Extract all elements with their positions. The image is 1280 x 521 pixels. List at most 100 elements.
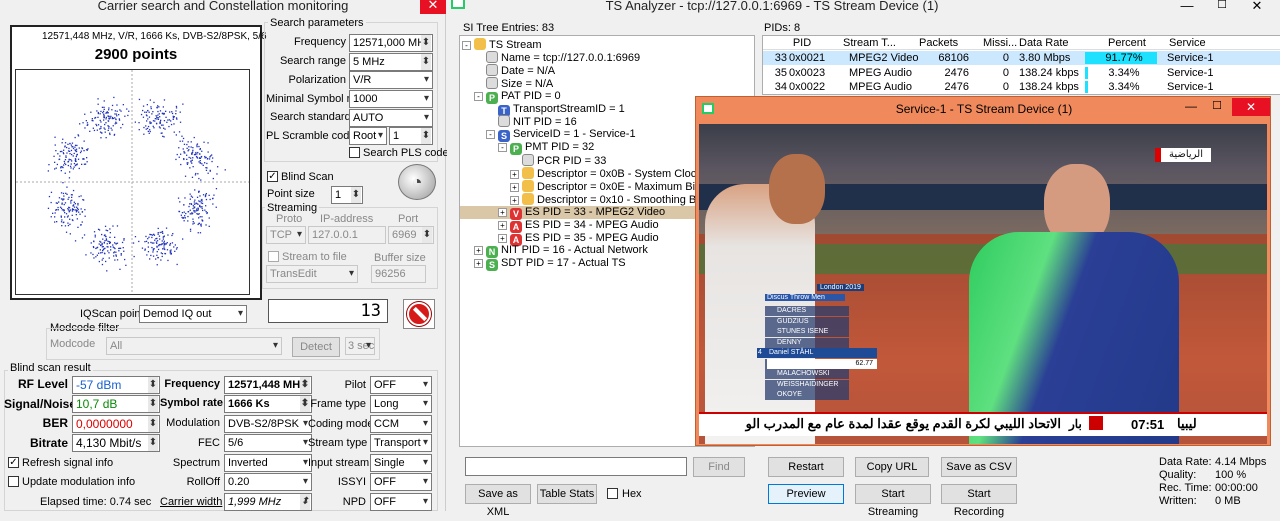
ber-value[interactable]: 0,0000000	[72, 415, 160, 433]
search-standard-select[interactable]: AUTO	[349, 109, 433, 127]
minimize-button[interactable]: —	[1172, 0, 1202, 13]
blind-scan-checkbox[interactable]: ✓	[267, 171, 278, 182]
tree-node[interactable]: - TS Stream	[462, 38, 542, 51]
pid-column-header[interactable]: Missi...	[983, 36, 1019, 50]
tree-node[interactable]: - P PMT PID = 32	[498, 141, 594, 156]
tree-node[interactable]: Name = tcp://127.0.0.1:6969	[474, 50, 640, 64]
buffer-size-input[interactable]: 96256	[371, 265, 426, 283]
start-streaming-button[interactable]: Start Streaming	[855, 484, 931, 518]
expand-icon[interactable]: +	[510, 195, 519, 205]
polarization-select[interactable]: V/R	[349, 71, 433, 89]
copy-url-button[interactable]: Copy URL	[855, 457, 929, 477]
coding-mode-select[interactable]: CCM	[370, 415, 432, 433]
tree-node[interactable]: Date = N/A	[474, 63, 555, 77]
maximize-button[interactable]: ☐	[1207, 0, 1237, 12]
pid-table[interactable]: PID Stream T... Packets Missi... Data Rate Pe…	[762, 35, 1280, 95]
hex-checkbox[interactable]	[607, 488, 618, 499]
tree-node[interactable]: - S ServiceID = 1 - Service-1	[486, 128, 636, 143]
rf-level-value[interactable]: -57 dBm	[72, 376, 160, 394]
save-csv-button[interactable]: Save as CSV	[941, 457, 1017, 477]
start-recording-button[interactable]: Start Recording	[941, 484, 1017, 518]
symrate-value[interactable]: 1666 Ks	[224, 395, 312, 413]
tree-node[interactable]: + Descriptor = 0x0E - Maximum Bitrate	[510, 179, 717, 193]
sn-value[interactable]: 10,7 dB	[72, 395, 160, 413]
bitrate-value[interactable]: 4,130 Mbit/s	[72, 434, 160, 452]
frame-type-select[interactable]: Long	[370, 395, 432, 413]
detect-button[interactable]: Detect	[292, 337, 340, 357]
proto-select[interactable]: TCP	[266, 226, 306, 244]
carrier-width-value[interactable]: 1,999 MHz	[224, 493, 312, 511]
find-input[interactable]	[465, 457, 687, 476]
expand-icon[interactable]: +	[510, 170, 519, 179]
pid-table-row[interactable]: 35 0x0023 MPEG Audio 2476 0 138.24 kbps Servic…	[763, 66, 1280, 80]
min-symbol-rate-select[interactable]: 1000	[349, 90, 433, 108]
satellite-dish-icon[interactable]: ◔	[398, 164, 436, 200]
modcode-select[interactable]: All	[106, 337, 282, 355]
tree-node[interactable]: + Descriptor = 0x10 - Smoothing Buffer	[510, 192, 718, 206]
expand-icon[interactable]: +	[498, 207, 507, 217]
preview-button[interactable]: Preview	[768, 484, 844, 504]
freq-result-value[interactable]: 12571,448 MHz	[224, 376, 312, 394]
tree-node[interactable]: Size = N/A	[474, 76, 553, 90]
point-size-input[interactable]: 1	[331, 186, 363, 204]
close-button[interactable]: ✕	[1242, 0, 1272, 13]
pid-column-header[interactable]: Packets	[919, 36, 983, 50]
rolloff-select[interactable]: 0.20	[224, 473, 312, 491]
video-close-button[interactable]: ✕	[1232, 98, 1270, 116]
tree-node[interactable]: + A ES PID = 34 - MPEG Audio	[498, 219, 659, 233]
tree-node[interactable]: + A ES PID = 35 - MPEG Audio	[498, 232, 659, 246]
search-range-input[interactable]: 5 MHz	[349, 53, 433, 71]
tree-node[interactable]: T TransportStreamID = 1	[486, 103, 625, 117]
npd-select[interactable]: OFF	[370, 493, 432, 511]
transedit-select[interactable]: TransEdit	[266, 265, 358, 283]
expand-icon[interactable]: +	[498, 233, 507, 243]
table-stats-button[interactable]: Table Stats	[537, 484, 597, 504]
update-modulation-checkbox[interactable]	[8, 476, 19, 487]
expand-icon[interactable]: +	[510, 182, 519, 192]
iqscan-select[interactable]: Demod IQ out	[139, 305, 247, 323]
collapse-icon[interactable]: -	[462, 41, 471, 50]
pid-table-row[interactable]: 34 0x0022 MPEG Audio 2476 0 138.24 kbps Servic…	[763, 80, 1280, 94]
modulation-select[interactable]: DVB-S2/8PSK	[224, 415, 312, 433]
ip-address-input[interactable]: 127.0.0.1	[308, 226, 386, 244]
collapse-icon[interactable]: -	[474, 91, 483, 101]
tree-node[interactable]: + Descriptor = 0x0B - System Clock	[510, 167, 702, 180]
pid-column-header[interactable]: Data Rate	[1019, 36, 1085, 50]
tree-node[interactable]: - P PAT PID = 0	[474, 90, 561, 104]
pilot-select[interactable]: OFF	[370, 376, 432, 394]
window-close-button[interactable]: ✕	[420, 0, 446, 14]
spectrum-select[interactable]: Inverted	[224, 454, 312, 472]
pid-column-header[interactable]: Stream T...	[843, 36, 919, 50]
stop-icon[interactable]	[403, 299, 435, 329]
video-maximize-button[interactable]: ☐	[1206, 99, 1228, 115]
fec-select[interactable]: 5/6	[224, 434, 312, 452]
search-pls-checkbox[interactable]	[349, 147, 360, 158]
port-input[interactable]: 6969	[388, 226, 434, 244]
collapse-icon[interactable]: -	[498, 143, 507, 153]
frequency-input[interactable]: 12571,000 MHz	[349, 34, 433, 52]
pl-scramble-number[interactable]: 1	[389, 127, 433, 145]
expand-icon[interactable]: +	[474, 246, 483, 256]
issyi-select[interactable]: OFF	[370, 473, 432, 491]
tree-node[interactable]: NIT PID = 16	[486, 115, 577, 128]
pid-table-row[interactable]: 33 0x0021 MPEG2 Video 68106 0 3.80 Mbps Servic…	[763, 51, 1280, 65]
expand-icon[interactable]: +	[498, 220, 507, 230]
refresh-signal-checkbox[interactable]: ✓	[8, 457, 19, 468]
pid-column-header[interactable]: PID	[763, 36, 841, 50]
detect-seconds-select[interactable]: 3 sec	[345, 337, 375, 355]
carrier-width-label[interactable]: Carrier width	[160, 496, 222, 508]
save-xml-button[interactable]: Save as XML	[465, 484, 531, 518]
input-stream-select[interactable]: Single	[370, 454, 432, 472]
stream-type-select[interactable]: Transport	[370, 434, 432, 452]
stream-to-file-checkbox[interactable]	[268, 251, 279, 262]
tree-node[interactable]: + S SDT PID = 17 - Actual TS	[474, 257, 626, 272]
video-minimize-button[interactable]: —	[1180, 99, 1202, 115]
tree-node[interactable]: + N NIT PID = 16 - Actual Network	[474, 244, 648, 259]
expand-icon[interactable]: +	[474, 259, 483, 269]
pid-column-header[interactable]: Percent	[1086, 36, 1168, 50]
collapse-icon[interactable]: -	[486, 130, 495, 140]
pl-scramble-select[interactable]: Root	[349, 127, 387, 145]
restart-button[interactable]: Restart	[768, 457, 844, 477]
find-button[interactable]: Find	[693, 457, 745, 477]
tree-node[interactable]: PCR PID = 33	[510, 154, 606, 167]
